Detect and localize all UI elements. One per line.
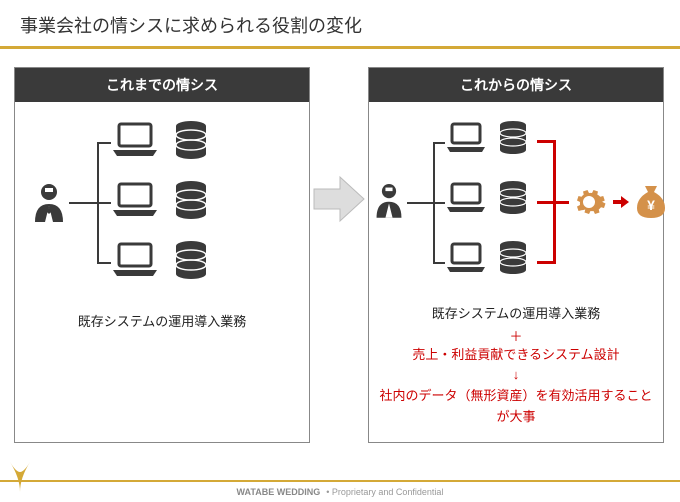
system-row	[111, 120, 209, 160]
svg-text:¥: ¥	[647, 197, 655, 213]
arrow-small-icon	[613, 196, 629, 208]
system-row	[445, 180, 529, 216]
user-icon	[31, 182, 67, 222]
database-icon	[173, 120, 209, 160]
content: これまでの情シス	[0, 49, 680, 443]
page-title: 事業会社の情シスに求められる役割の変化	[20, 12, 660, 38]
panel-after-header: これからの情シス	[369, 68, 663, 102]
moneybag-icon: ¥	[635, 184, 667, 220]
user-icon	[373, 182, 405, 218]
connector-line-red	[553, 201, 569, 204]
connector-line	[433, 202, 445, 204]
red-line-2: 社内のデータ（無形資産）を有効活用することが大事	[377, 386, 655, 428]
connector-line-red	[537, 261, 553, 264]
database-icon	[173, 240, 209, 280]
footer-brand: WATABE WEDDING	[237, 487, 321, 497]
plus-sign: ＋	[377, 326, 655, 345]
laptop-icon	[445, 182, 487, 214]
title-bar: 事業会社の情シスに求められる役割の変化	[0, 0, 680, 49]
database-icon	[497, 180, 529, 216]
panel-before-body: 既存システムの運用導入業務	[15, 102, 309, 442]
database-icon	[497, 120, 529, 156]
connector-line	[433, 262, 445, 264]
system-row	[445, 120, 529, 156]
database-icon	[497, 240, 529, 276]
connector-line-red	[537, 140, 553, 143]
database-icon	[173, 180, 209, 220]
laptop-icon	[445, 242, 487, 274]
panel-before-header: これまでの情シス	[15, 68, 309, 102]
slide: 事業会社の情シスに求められる役割の変化 これまでの情シス	[0, 0, 680, 502]
system-row	[111, 240, 209, 280]
connector-line	[97, 142, 111, 144]
arrow-right-icon	[310, 175, 368, 223]
system-row	[445, 240, 529, 276]
laptop-icon	[111, 242, 159, 278]
panel-after-body: ¥ 既存システムの運用導入業務 ＋ 売上・利益貢献できるシステム設計 ↓ 社内の…	[369, 102, 663, 442]
laptop-icon	[445, 122, 487, 154]
red-line-1: 売上・利益貢献できるシステム設計	[377, 345, 655, 366]
laptop-icon	[111, 182, 159, 218]
footer-note: • Proprietary and Confidential	[326, 487, 443, 497]
connector-line	[433, 142, 445, 144]
laptop-icon	[111, 122, 159, 158]
down-arrow: ↓	[377, 365, 655, 386]
gear-icon	[571, 184, 607, 220]
panel-after: これからの情シス	[368, 67, 664, 443]
connector-line	[407, 202, 433, 204]
connector-line	[97, 202, 111, 204]
footer: WATABE WEDDING • Proprietary and Confide…	[0, 480, 680, 502]
diagram-after: ¥	[377, 116, 655, 286]
value-output: ¥	[571, 184, 667, 220]
diagram-before	[23, 116, 301, 286]
connector-line-red	[537, 201, 553, 204]
panel-before: これまでの情シス	[14, 67, 310, 443]
panel-before-caption: 既存システムの運用導入業務	[23, 312, 301, 332]
panel-after-caption: 既存システムの運用導入業務	[377, 304, 655, 324]
connector-line	[97, 262, 111, 264]
system-row	[111, 180, 209, 220]
